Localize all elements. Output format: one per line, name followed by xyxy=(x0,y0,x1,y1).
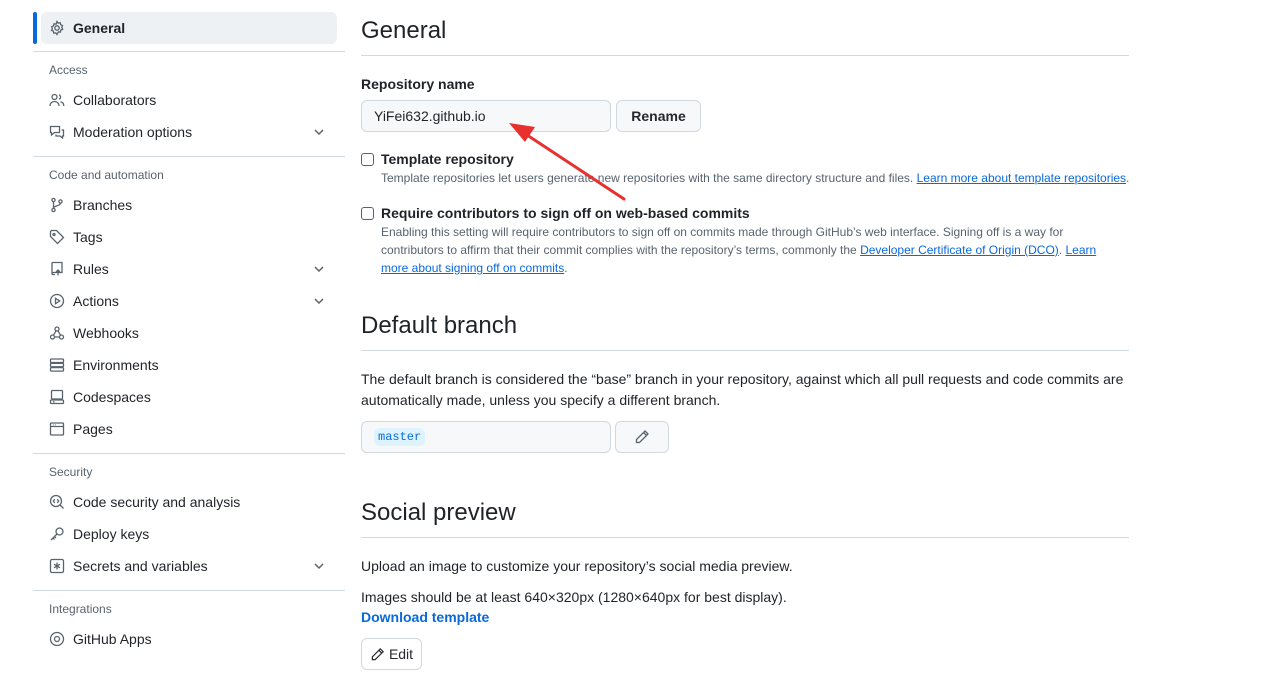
template-repo-note: Template repositories let users generate… xyxy=(381,171,1130,185)
template-repo-title[interactable]: Template repository xyxy=(381,151,514,167)
active-indicator xyxy=(33,12,37,44)
default-branch-name: master xyxy=(374,428,426,446)
sidebar-item-codespaces[interactable]: Codespaces xyxy=(41,381,337,413)
sidebar-item-deploy-keys[interactable]: Deploy keys xyxy=(41,518,337,550)
edit-button-label: Edit xyxy=(388,646,414,662)
repo-push-icon xyxy=(49,261,65,277)
template-repo-description: Template repositories let users generate… xyxy=(381,171,914,185)
sidebar-item-label: Environments xyxy=(73,357,159,373)
server-icon xyxy=(49,357,65,373)
sidebar-item-secrets-variables[interactable]: Secrets and variables xyxy=(41,550,337,582)
sidebar-item-github-apps[interactable]: GitHub Apps xyxy=(41,623,337,655)
gear-icon xyxy=(49,20,65,36)
play-icon xyxy=(49,293,65,309)
social-preview-title: Social preview xyxy=(361,499,1129,538)
sidebar-item-webhooks[interactable]: Webhooks xyxy=(41,317,337,349)
sidebar-item-label: Tags xyxy=(73,229,103,245)
chevron-down-icon[interactable] xyxy=(311,293,327,309)
tag-icon xyxy=(49,229,65,245)
sidebar-item-label: Branches xyxy=(73,197,133,213)
template-repo-checkbox[interactable] xyxy=(361,153,374,166)
git-branch-icon xyxy=(49,197,65,213)
sidebar-item-label: General xyxy=(73,20,126,36)
chevron-down-icon[interactable] xyxy=(311,261,327,277)
sidebar-divider xyxy=(33,590,345,591)
settings-sidebar: General Access Collaborators Moderation … xyxy=(33,12,345,655)
webhook-icon xyxy=(49,325,65,341)
rename-button[interactable]: Rename xyxy=(616,100,701,132)
signoff-note: Enabling this setting will require contr… xyxy=(381,223,1141,277)
browser-icon xyxy=(49,421,65,437)
social-preview-line2: Images should be at least 640×320px (128… xyxy=(361,589,787,605)
key-icon xyxy=(49,526,65,542)
template-learn-more-link[interactable]: Learn more about template repositories xyxy=(917,171,1126,185)
repo-name-input[interactable] xyxy=(361,100,611,132)
default-branch-description-line1: The default branch is considered the “ba… xyxy=(361,371,1124,387)
edit-social-preview-button[interactable]: Edit xyxy=(361,638,422,670)
sidebar-item-rules[interactable]: Rules xyxy=(41,253,337,285)
default-branch-description: The default branch is considered the “ba… xyxy=(361,369,1129,411)
signoff-row: Require contributors to sign off on web-… xyxy=(361,205,750,221)
signoff-title[interactable]: Require contributors to sign off on web-… xyxy=(381,205,750,221)
sidebar-item-label: Collaborators xyxy=(73,92,157,108)
sidebar-item-code-security[interactable]: Code security and analysis xyxy=(41,486,337,518)
apps-icon xyxy=(49,631,65,647)
signoff-checkbox[interactable] xyxy=(361,207,374,220)
sidebar-item-pages[interactable]: Pages xyxy=(41,413,337,445)
default-branch-field: master xyxy=(361,421,611,453)
signoff-note-line2: contributors to affirm that their commit… xyxy=(381,243,1097,257)
repo-name-label: Repository name xyxy=(361,76,475,92)
general-title: General xyxy=(361,17,1129,56)
download-template-link[interactable]: Download template xyxy=(361,609,489,625)
signoff-learn-link-part1[interactable]: Learn xyxy=(1065,243,1096,257)
sidebar-divider xyxy=(33,51,345,52)
asterisk-icon xyxy=(49,558,65,574)
edit-default-branch-button[interactable] xyxy=(615,421,669,453)
sidebar-divider xyxy=(33,156,345,157)
sidebar-item-moderation-options[interactable]: Moderation options xyxy=(41,116,337,148)
signoff-note-line1: Enabling this setting will require contr… xyxy=(381,225,1064,239)
group-title-code-automation: Code and automation xyxy=(49,168,164,182)
sidebar-item-environments[interactable]: Environments xyxy=(41,349,337,381)
sidebar-divider xyxy=(33,453,345,454)
group-title-access: Access xyxy=(49,63,88,77)
default-branch-description-line2: automatically made, unless you specify a… xyxy=(361,392,721,408)
default-branch-title: Default branch xyxy=(361,312,1129,351)
sidebar-item-label: Deploy keys xyxy=(73,526,150,542)
sidebar-item-branches[interactable]: Branches xyxy=(41,189,337,221)
template-repo-row: Template repository xyxy=(361,151,514,167)
codescan-icon xyxy=(49,494,65,510)
sidebar-item-label: Secrets and variables xyxy=(73,558,208,574)
sidebar-item-label: Rules xyxy=(73,261,109,277)
dco-link[interactable]: Developer Certificate of Origin (DCO) xyxy=(860,243,1059,257)
chevron-down-icon[interactable] xyxy=(311,558,327,574)
sidebar-item-general[interactable]: General xyxy=(33,12,337,44)
signoff-note-text: contributors to affirm that their commit… xyxy=(381,243,861,257)
pencil-icon xyxy=(635,430,649,444)
sidebar-item-collaborators[interactable]: Collaborators xyxy=(41,84,337,116)
pencil-icon xyxy=(371,647,384,660)
sidebar-item-label: Pages xyxy=(73,421,113,437)
social-preview-line1: Upload an image to customize your reposi… xyxy=(361,558,793,574)
people-icon xyxy=(49,92,65,108)
sidebar-item-label: Moderation options xyxy=(73,124,193,140)
sidebar-item-label: Codespaces xyxy=(73,389,151,405)
sidebar-item-label: Webhooks xyxy=(73,325,139,341)
sidebar-item-label: GitHub Apps xyxy=(73,631,152,647)
signoff-learn-link-part2[interactable]: more about signing off on commits xyxy=(381,261,564,275)
chevron-down-icon[interactable] xyxy=(311,124,327,140)
sidebar-item-tags[interactable]: Tags xyxy=(41,221,337,253)
sidebar-item-label: Code security and analysis xyxy=(73,494,241,510)
sidebar-item-actions[interactable]: Actions xyxy=(41,285,337,317)
group-title-security: Security xyxy=(49,465,93,479)
codespaces-icon xyxy=(49,389,65,405)
sidebar-item-label: Actions xyxy=(73,293,119,309)
comment-discussion-icon xyxy=(49,124,65,140)
group-title-integrations: Integrations xyxy=(49,602,112,616)
